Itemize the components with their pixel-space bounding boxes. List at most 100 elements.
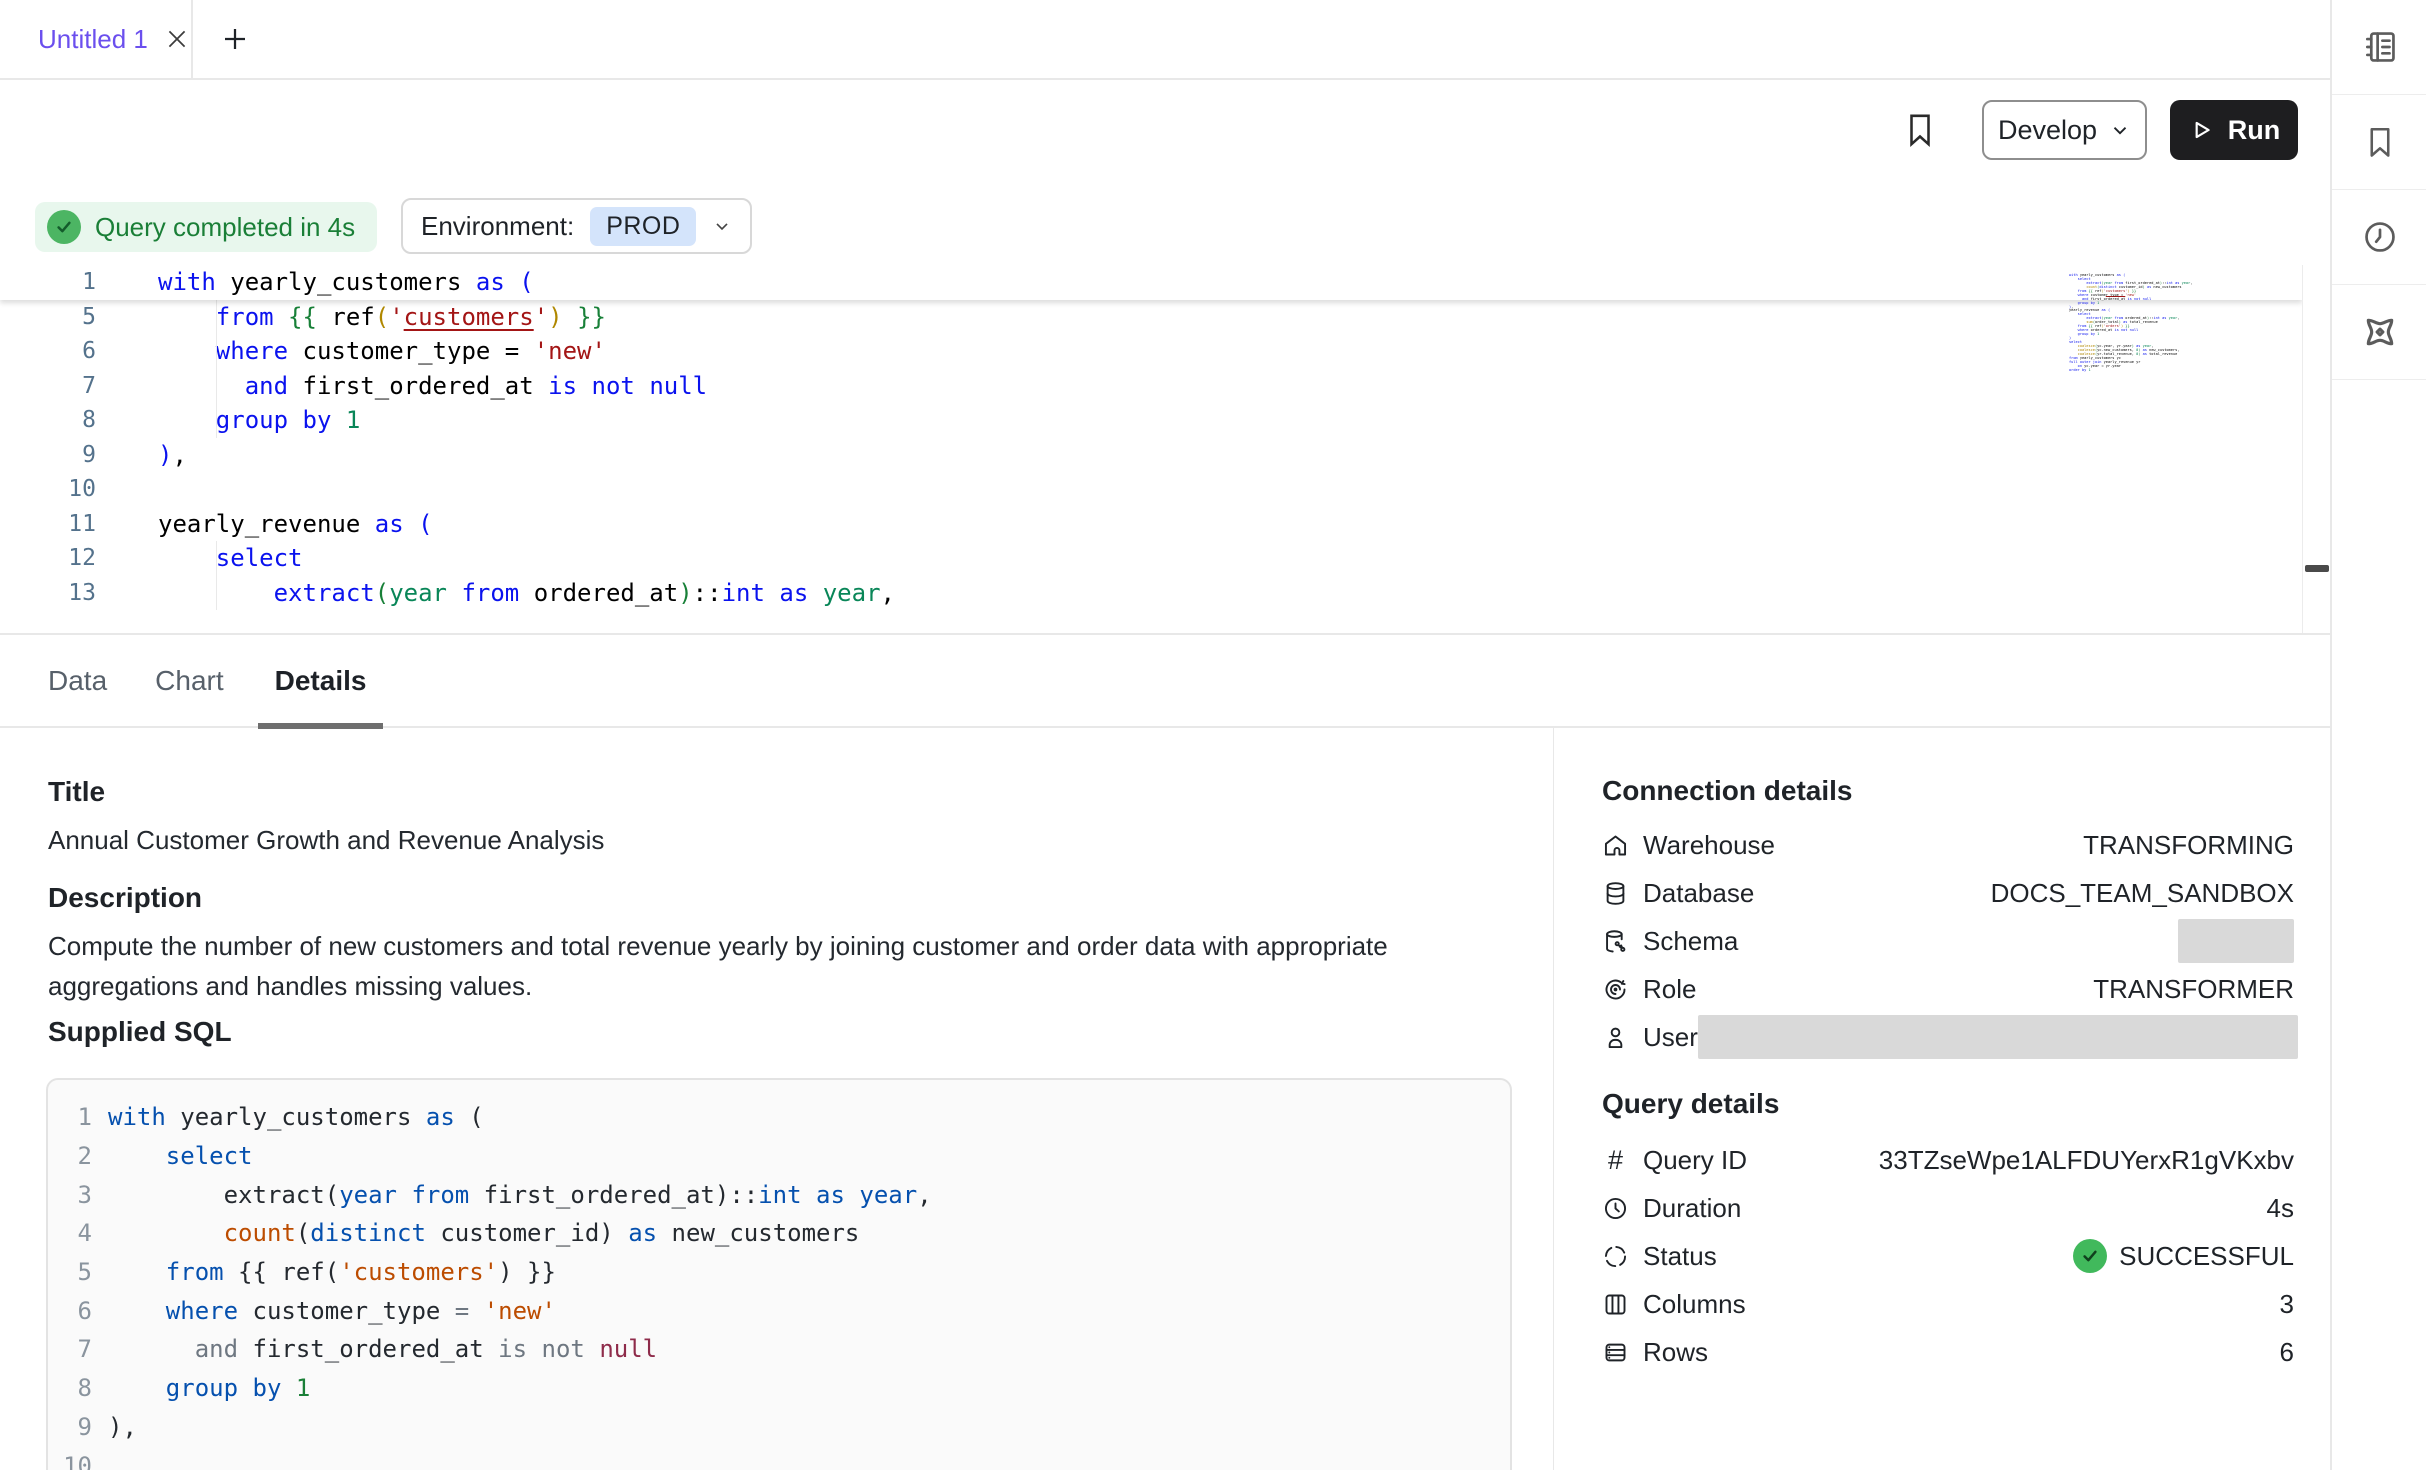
- play-icon: [2188, 117, 2214, 143]
- line-number: 9: [0, 442, 110, 468]
- columns-icon: [1602, 1291, 1629, 1318]
- sticky-code-line[interactable]: 1with yearly_customers as (: [0, 265, 2302, 300]
- database-icon: [1602, 880, 1629, 907]
- line-number: 4: [48, 1219, 92, 1247]
- environment-label: Environment:: [421, 211, 574, 242]
- schema-icon: [1602, 928, 1629, 955]
- detail-row: Columns 3: [1602, 1280, 2294, 1328]
- indent-guide: [216, 403, 217, 438]
- environment-selector[interactable]: Environment: PROD: [401, 198, 752, 254]
- tab-title: Untitled 1: [38, 24, 148, 55]
- query-details-panel: Query details #Query ID33TZseWpe1ALFDUYe…: [1602, 1088, 2294, 1376]
- code-line[interactable]: 13 extract(year from ordered_at)::int as…: [0, 576, 2302, 611]
- dbt-canvas-icon: [2360, 312, 2400, 352]
- detail-row: StatusSUCCESSFUL: [1602, 1232, 2294, 1280]
- sidebar-button-notebook[interactable]: [2332, 0, 2426, 95]
- editor-scrollbar[interactable]: [2302, 265, 2330, 634]
- close-icon[interactable]: [164, 26, 190, 52]
- supplied-sql-block: 1with yearly_customers as (2 select3 ext…: [46, 1078, 1512, 1470]
- redacted-value: [2178, 919, 2294, 963]
- supplied-sql-line: 1with yearly_customers as (: [48, 1098, 1510, 1137]
- title-heading: Title: [48, 776, 105, 808]
- detail-value: TRANSFORMING: [2083, 830, 2294, 861]
- warehouse-icon: [1602, 832, 1629, 859]
- line-number: 10: [0, 476, 110, 502]
- detail-label: Query ID: [1643, 1145, 1747, 1176]
- detail-label: User: [1643, 1022, 1698, 1053]
- detail-label: Rows: [1643, 1337, 1708, 1368]
- detail-row: Database DOCS_TEAM_SANDBOX: [1602, 869, 2294, 917]
- success-check-icon: [2073, 1239, 2107, 1273]
- detail-label: Status: [1643, 1241, 1717, 1272]
- detail-value: 6: [2280, 1337, 2294, 1368]
- chevron-down-icon: [2109, 119, 2131, 141]
- detail-label: Columns: [1643, 1289, 1746, 1320]
- detail-row: #Query ID33TZseWpe1ALFDUYerxR1gVKxbv: [1602, 1136, 2294, 1184]
- supplied-sql-line: 4 count(distinct customer_id) as new_cus…: [48, 1214, 1510, 1253]
- code-line[interactable]: 12 select: [0, 541, 2302, 576]
- line-number: 7: [0, 373, 110, 399]
- query-status-text: Query completed in 4s: [95, 212, 355, 243]
- sidebar-button-dbt-canvas[interactable]: [2332, 285, 2426, 380]
- run-label: Run: [2228, 115, 2280, 146]
- editor-scrollbar-thumb[interactable]: [2305, 565, 2329, 572]
- code-line[interactable]: 6 where customer_type = 'new': [0, 334, 2302, 369]
- editor-minimap[interactable]: with yearly_customers as ( select extrac…: [2069, 274, 2189, 372]
- description-value: Compute the number of new customers and …: [48, 926, 1508, 1006]
- line-number: 1: [0, 269, 110, 295]
- tab-details[interactable]: Details: [258, 634, 384, 727]
- details-panel-divider: [1553, 728, 1554, 1470]
- sidebar-button-clock[interactable]: [2332, 190, 2426, 285]
- develop-dropdown[interactable]: Develop: [1982, 100, 2147, 160]
- supplied-sql-line: 10: [48, 1446, 1510, 1470]
- description-heading: Description: [48, 882, 202, 914]
- line-number: 10: [48, 1452, 92, 1470]
- bookmark-icon[interactable]: [1898, 108, 1942, 152]
- supplied-sql-heading: Supplied SQL: [48, 1016, 232, 1048]
- line-number: 6: [48, 1297, 92, 1325]
- line-number: 8: [48, 1374, 92, 1402]
- role-icon: [1602, 976, 1629, 1003]
- bookmark-icon: [2362, 124, 2398, 160]
- indent-guide: [216, 334, 217, 369]
- line-number: 11: [0, 511, 110, 537]
- code-line[interactable]: 10: [0, 472, 2302, 507]
- app-window: Untitled 1 Develop Run Query completed i…: [0, 0, 2426, 1470]
- check-circle-icon: [47, 210, 81, 244]
- detail-value: 3: [2280, 1289, 2294, 1320]
- code-line[interactable]: 7 and first_ordered_at is not null: [0, 369, 2302, 404]
- supplied-sql-line: 3 extract(year from first_ordered_at)::i…: [48, 1175, 1510, 1214]
- detail-value: DOCS_TEAM_SANDBOX: [1991, 878, 2294, 909]
- rows-icon: [1602, 1339, 1629, 1366]
- new-tab-button[interactable]: [205, 0, 265, 78]
- line-number: 12: [0, 545, 110, 571]
- tab-untitled-1[interactable]: Untitled 1: [0, 0, 193, 78]
- line-number: 5: [48, 1258, 92, 1286]
- connection-details-heading: Connection details: [1602, 775, 2294, 815]
- detail-label: Database: [1643, 878, 1754, 909]
- line-number: 5: [0, 304, 110, 330]
- code-line[interactable]: 8 group by 1: [0, 403, 2302, 438]
- indent-guide: [216, 541, 217, 576]
- line-number: 9: [48, 1413, 92, 1441]
- develop-label: Develop: [1998, 115, 2097, 146]
- detail-label: Role: [1643, 974, 1696, 1005]
- tab-data[interactable]: Data: [48, 634, 107, 727]
- supplied-sql-line: 2 select: [48, 1137, 1510, 1176]
- code-line[interactable]: 9),: [0, 438, 2302, 473]
- indent-guide: [216, 369, 217, 404]
- title-value: Annual Customer Growth and Revenue Analy…: [48, 820, 604, 860]
- connection-details-panel: Connection details WarehouseTRANSFORMING…: [1602, 775, 2294, 1061]
- right-icon-sidebar: [2330, 0, 2426, 1470]
- code-line[interactable]: 5 from {{ ref('customers') }}: [0, 300, 2302, 335]
- indent-guide: [216, 576, 217, 611]
- detail-row: Duration4s: [1602, 1184, 2294, 1232]
- line-number: 6: [0, 338, 110, 364]
- hash-icon: #: [1602, 1145, 1629, 1176]
- code-line[interactable]: 11yearly_revenue as (: [0, 507, 2302, 542]
- tab-chart[interactable]: Chart: [155, 634, 223, 727]
- run-button[interactable]: Run: [2170, 100, 2298, 160]
- sidebar-button-bookmark[interactable]: [2332, 95, 2426, 190]
- sql-editor[interactable]: 1with yearly_customers as (5 from {{ ref…: [0, 265, 2302, 634]
- line-number: 7: [48, 1335, 92, 1363]
